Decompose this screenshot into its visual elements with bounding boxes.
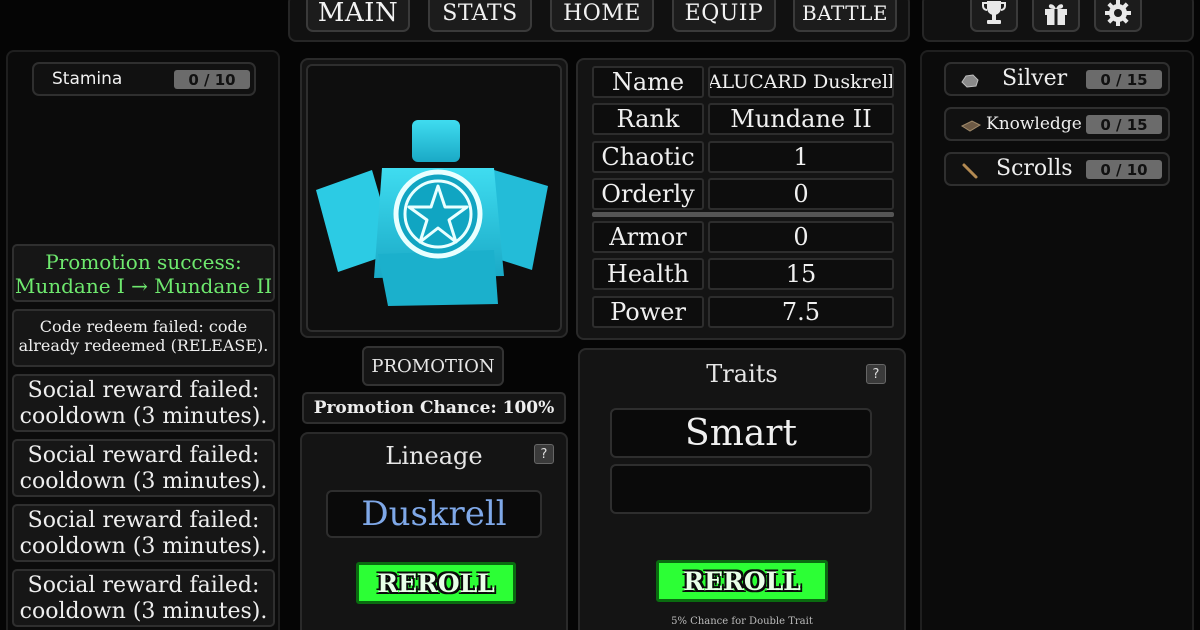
- traits-panel: Traits ? Smart REROLL 5% Chance for Doub…: [578, 348, 906, 630]
- lineage-panel: Lineage ? Duskrell REROLL: [300, 432, 568, 630]
- social-message-line2: cooldown (3 minutes).: [19, 404, 268, 430]
- nav-main-button[interactable]: MAIN: [306, 0, 410, 32]
- top-nav-bar: MAIN STATS HOME EQUIP BATTLE: [288, 0, 910, 42]
- trait-slot-2: [610, 464, 872, 514]
- traits-help-button[interactable]: ?: [866, 364, 886, 384]
- quill-icon: [962, 163, 978, 179]
- stat-label-rank: Rank: [592, 103, 704, 135]
- lineage-title: Lineage: [385, 442, 483, 470]
- stat-label-armor: Armor: [592, 221, 704, 253]
- trophy-button[interactable]: [970, 0, 1018, 32]
- resource-label: Scrolls: [996, 156, 1073, 181]
- stat-label-health: Health: [592, 258, 704, 290]
- stat-value-armor: 0: [708, 221, 894, 253]
- social-message-line2: cooldown (3 minutes).: [19, 534, 268, 560]
- stat-value-name: ALUCARD Duskrell: [708, 66, 894, 98]
- stat-value-orderly: 0: [708, 178, 894, 210]
- social-message: Social reward failed: cooldown (3 minute…: [12, 439, 275, 497]
- settings-button[interactable]: [1094, 0, 1142, 32]
- social-message: Social reward failed: cooldown (3 minute…: [12, 504, 275, 562]
- code-message: Code redeem failed: code already redeeme…: [12, 309, 275, 367]
- lineage-reroll-button[interactable]: REROLL: [356, 562, 516, 604]
- resource-label: Knowledge: [986, 114, 1082, 134]
- lineage-help-button[interactable]: ?: [534, 444, 554, 464]
- social-message-line1: Social reward failed:: [27, 573, 260, 598]
- social-message: Social reward failed: cooldown (3 minute…: [12, 569, 275, 627]
- silver-ore-icon: [961, 74, 979, 88]
- traits-title: Traits: [706, 360, 778, 388]
- stats-divider: [592, 212, 894, 217]
- social-message-line1: Social reward failed:: [27, 508, 260, 533]
- promotion-chance: Promotion Chance: 100%: [302, 392, 566, 424]
- stat-value-health: 15: [708, 258, 894, 290]
- stat-value-power: 7.5: [708, 296, 894, 328]
- promotion-message-line1: Promotion success:: [45, 250, 242, 274]
- social-message: Social reward failed: cooldown (3 minute…: [12, 374, 275, 432]
- trait-slot-1: Smart: [610, 408, 872, 458]
- stat-label-name: Name: [592, 66, 704, 98]
- resource-value: 0 / 10: [1086, 160, 1162, 179]
- character-viewport: [306, 64, 562, 332]
- social-message-line1: Social reward failed:: [27, 443, 260, 468]
- social-message-line2: cooldown (3 minutes).: [19, 599, 268, 625]
- resource-label: Silver: [1002, 66, 1068, 91]
- character-avatar: [316, 120, 548, 306]
- stat-label-power: Power: [592, 296, 704, 328]
- character-preview-panel: [300, 58, 568, 338]
- stat-label-orderly: Orderly: [592, 178, 704, 210]
- resource-scrolls: Scrolls 0 / 10: [944, 152, 1170, 186]
- gift-button[interactable]: [1032, 0, 1080, 32]
- resource-knowledge: Knowledge 0 / 15: [944, 107, 1170, 141]
- nav-battle-button[interactable]: BATTLE: [793, 0, 897, 32]
- code-message-line1: Code redeem failed: code: [39, 317, 248, 336]
- stat-value-chaotic: 1: [708, 141, 894, 173]
- book-icon: [960, 120, 982, 132]
- top-icon-bar: [922, 0, 1194, 42]
- resource-value: 0 / 15: [1086, 115, 1162, 134]
- double-trait-note: 5% Chance for Double Trait: [671, 616, 813, 627]
- social-message-line2: cooldown (3 minutes).: [19, 469, 268, 495]
- social-message-line1: Social reward failed:: [27, 378, 260, 403]
- stats-panel: Name ALUCARD Duskrell Rank Mundane II Ch…: [576, 58, 906, 340]
- nav-equip-button[interactable]: EQUIP: [672, 0, 776, 32]
- stat-value-rank: Mundane II: [708, 103, 894, 135]
- stamina-label: Stamina: [52, 69, 123, 89]
- nav-stats-button[interactable]: STATS: [428, 0, 532, 32]
- trophy-icon: [982, 1, 1006, 24]
- resource-value: 0 / 15: [1086, 70, 1162, 89]
- resource-silver: Silver 0 / 15: [944, 62, 1170, 96]
- traits-reroll-button[interactable]: REROLL: [656, 560, 828, 602]
- nav-home-button[interactable]: HOME: [550, 0, 654, 32]
- gear-icon: [1105, 0, 1131, 26]
- promotion-button[interactable]: PROMOTION: [362, 346, 504, 386]
- code-message-line2: already redeemed (RELEASE).: [18, 336, 269, 356]
- stamina-bar: Stamina 0 / 10: [32, 62, 256, 96]
- stamina-value: 0 / 10: [174, 70, 250, 89]
- lineage-value: Duskrell: [326, 490, 542, 538]
- stat-label-chaotic: Chaotic: [592, 141, 704, 173]
- promotion-message-line2: Mundane I → Mundane II: [14, 274, 273, 298]
- gift-icon: [1045, 4, 1067, 25]
- promotion-message: Promotion success: Mundane I → Mundane I…: [12, 244, 275, 302]
